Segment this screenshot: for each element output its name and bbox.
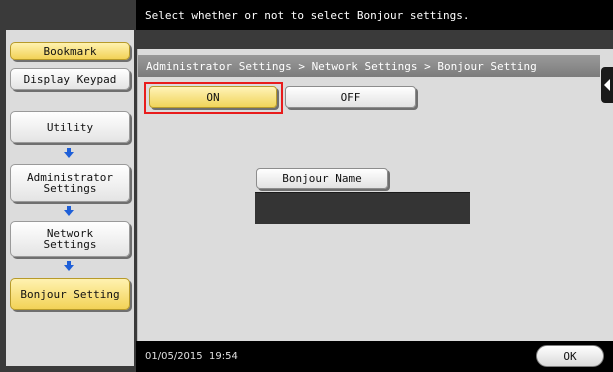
- bonjour-setting-label: Bonjour Setting: [20, 287, 120, 301]
- bonjour-setting-button[interactable]: Bonjour Setting: [10, 278, 130, 310]
- down-arrow-icon: [64, 148, 74, 158]
- on-button[interactable]: ON: [149, 86, 277, 108]
- message-text: Select whether or not to select Bonjour …: [145, 9, 470, 22]
- down-arrow-icon: [64, 261, 74, 271]
- ok-label: OK: [563, 349, 577, 363]
- message-bar: Select whether or not to select Bonjour …: [136, 0, 613, 30]
- display-keypad-label: Display Keypad: [23, 72, 117, 86]
- on-label: ON: [206, 90, 220, 104]
- left-navigation-panel: Bookmark Display Keypad Utility Administ…: [6, 30, 134, 366]
- administrator-settings-button[interactable]: Administrator Settings: [10, 164, 130, 202]
- main-settings-panel: Administrator Settings > Network Setting…: [137, 49, 613, 341]
- utility-label: Utility: [46, 120, 94, 134]
- off-button[interactable]: OFF: [285, 86, 416, 108]
- datetime: 01/05/2015 19:54: [145, 351, 238, 362]
- bonjour-name-label: Bonjour Name: [282, 172, 362, 185]
- bonjour-name-field: [255, 192, 470, 224]
- utility-button[interactable]: Utility: [10, 111, 130, 143]
- ok-button[interactable]: OK: [536, 345, 604, 367]
- bookmark-button[interactable]: Bookmark: [10, 42, 130, 60]
- breadcrumb: Administrator Settings > Network Setting…: [138, 55, 600, 77]
- bookmark-label: Bookmark: [43, 44, 97, 58]
- off-label: OFF: [340, 90, 361, 104]
- administrator-settings-label: Administrator Settings: [26, 171, 114, 195]
- bonjour-name-button[interactable]: Bonjour Name: [256, 168, 388, 189]
- status-bar: 01/05/2015 19:54 OK: [136, 341, 613, 372]
- network-settings-button[interactable]: Network Settings: [10, 221, 130, 257]
- side-panel-toggle-icon[interactable]: [601, 67, 613, 103]
- display-keypad-button[interactable]: Display Keypad: [10, 68, 130, 90]
- down-arrow-icon: [64, 206, 74, 216]
- breadcrumb-text: Administrator Settings > Network Setting…: [146, 60, 537, 73]
- device-screen: Select whether or not to select Bonjour …: [0, 0, 613, 372]
- network-settings-label: Network Settings: [43, 227, 97, 251]
